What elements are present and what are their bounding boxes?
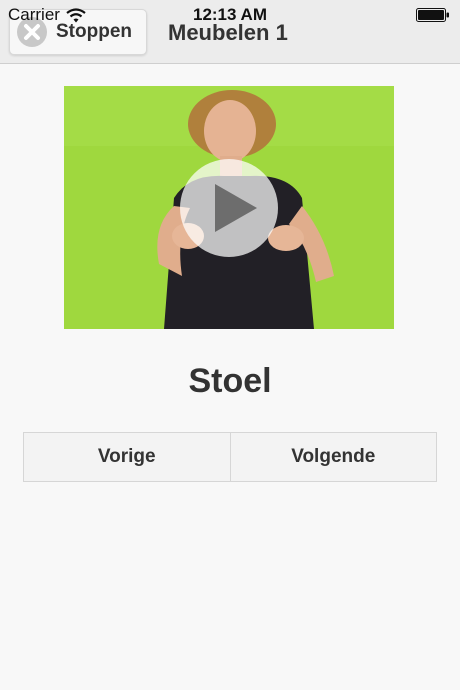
battery-icon xyxy=(416,8,449,22)
video-player[interactable] xyxy=(64,86,394,329)
status-bar: Carrier 12:13 AM xyxy=(0,0,460,28)
play-icon[interactable] xyxy=(179,158,279,258)
sign-word-title: Stoel xyxy=(188,362,272,400)
word-navigation-control: Vorige Volgende xyxy=(23,432,437,482)
previous-button[interactable]: Vorige xyxy=(24,433,230,481)
status-time: 12:13 AM xyxy=(192,5,267,24)
next-button[interactable]: Volgende xyxy=(229,433,437,481)
